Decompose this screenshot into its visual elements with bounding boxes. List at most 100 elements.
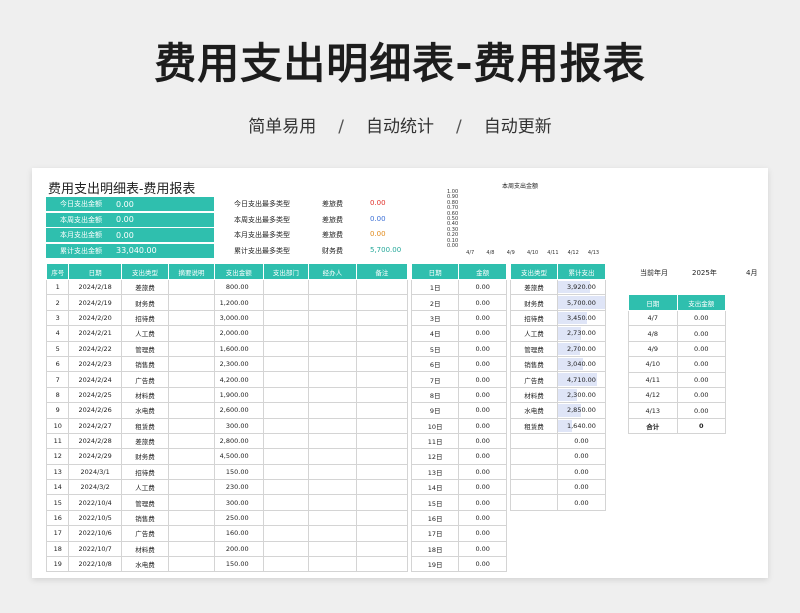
table-row[interactable]: 材料费 2,300.00 bbox=[510, 386, 607, 404]
day-cell: 8日 bbox=[410, 386, 460, 404]
table-row[interactable]: 10日 0.00 bbox=[410, 417, 507, 434]
table-row[interactable]: 0.00 bbox=[510, 448, 607, 465]
table-cell: 财务费 bbox=[120, 294, 170, 311]
table-row[interactable]: 15 2022/10/4 管理费 300.00 bbox=[45, 494, 409, 511]
table-row[interactable]: 8 2024/2/25 材料费 1,900.00 bbox=[45, 386, 409, 404]
table-row[interactable]: 2日 0.00 bbox=[410, 294, 507, 311]
daily-table: 日期 金额 1日 0.00 2日 0.00 3日 0.00 4日 0.00 5日 0.00 6日 0.00… bbox=[410, 263, 507, 573]
day-cell: 17日 bbox=[410, 525, 460, 542]
table-row[interactable]: 4/7 0.00 bbox=[628, 309, 726, 327]
feature-easy: 简单易用 bbox=[248, 117, 317, 137]
table-row[interactable]: 财务费 5,700.00 bbox=[510, 294, 607, 311]
table-row[interactable]: 12日 0.00 bbox=[410, 448, 507, 465]
table-row[interactable]: 3 2024/2/20 招待费 3,000.00 bbox=[45, 309, 409, 327]
empty-cell bbox=[308, 340, 357, 357]
table-row[interactable]: 4日 0.00 bbox=[410, 325, 507, 342]
table-row[interactable]: 0.00 bbox=[510, 432, 607, 450]
table-row[interactable]: 7日 0.00 bbox=[410, 371, 507, 388]
current-period-label: 当前年月 bbox=[640, 269, 668, 277]
table-row[interactable]: 18 2022/10/7 材料费 200.00 bbox=[45, 540, 409, 558]
table-row[interactable]: 11 2024/2/28 差旅费 2,800.00 bbox=[45, 432, 409, 450]
empty-cell bbox=[308, 371, 357, 388]
table-row[interactable]: 5日 0.00 bbox=[410, 340, 507, 357]
table-row[interactable]: 3日 0.00 bbox=[410, 309, 507, 327]
table-row[interactable]: 1日 0.00 bbox=[410, 278, 507, 296]
table-row[interactable]: 5 2024/2/22 管理费 1,600.00 bbox=[45, 340, 409, 357]
table-row[interactable]: 租赁费 1,640.00 bbox=[510, 417, 607, 434]
table-row[interactable]: 4/8 0.00 bbox=[628, 325, 726, 342]
table-row[interactable]: 19 2022/10/8 水电费 150.00 bbox=[45, 556, 409, 573]
day-cell: 4日 bbox=[410, 325, 460, 342]
table-row[interactable]: 0.00 bbox=[510, 479, 607, 496]
date-cell: 4/13 bbox=[628, 402, 678, 419]
table-cell: 18 bbox=[45, 540, 70, 558]
empty-cell bbox=[355, 402, 409, 419]
table-row[interactable]: 广告费 4,710.00 bbox=[510, 371, 607, 388]
amount-cell: 4,500.00 bbox=[213, 448, 264, 465]
table-row[interactable]: 6 2024/2/23 销售费 2,300.00 bbox=[45, 355, 409, 373]
table-cell: 9 bbox=[45, 402, 70, 419]
table-row[interactable]: 10 2024/2/27 租赁费 300.00 bbox=[45, 417, 409, 434]
empty-cell bbox=[308, 494, 357, 511]
table-row[interactable]: 0.00 bbox=[510, 463, 607, 481]
table-cell: 招待费 bbox=[120, 309, 170, 327]
category-cell bbox=[510, 494, 558, 511]
empty-cell bbox=[355, 309, 409, 327]
table-row[interactable]: 招待费 3,450.00 bbox=[510, 309, 607, 327]
category-cell: 差旅费 bbox=[510, 278, 558, 296]
table-row[interactable]: 16日 0.00 bbox=[410, 509, 507, 527]
table-cell: 广告费 bbox=[120, 371, 170, 388]
table-cell: 2022/10/6 bbox=[68, 525, 122, 542]
table-row[interactable]: 4/11 0.00 bbox=[628, 371, 726, 388]
empty-cell bbox=[308, 386, 357, 404]
table-cell: 差旅费 bbox=[120, 278, 170, 296]
table-row[interactable]: 8日 0.00 bbox=[410, 386, 507, 404]
table-row[interactable]: 14日 0.00 bbox=[410, 479, 507, 496]
table-cell: 差旅费 bbox=[120, 432, 170, 450]
empty-cell bbox=[355, 479, 409, 496]
amount-text: 0.00 bbox=[574, 498, 589, 507]
amount-cell: 300.00 bbox=[213, 417, 264, 434]
table-row[interactable]: 4/12 0.00 bbox=[628, 386, 726, 404]
date-cell: 4/9 bbox=[628, 340, 678, 358]
table-row[interactable]: 4 2024/2/21 人工费 2,000.00 bbox=[45, 325, 409, 342]
table-row[interactable]: 11日 0.00 bbox=[410, 432, 507, 450]
category-cell: 材料费 bbox=[510, 386, 558, 404]
table-row[interactable]: 7 2024/2/24 广告费 4,200.00 bbox=[45, 371, 409, 388]
x-tick-label: 4/13 bbox=[587, 250, 600, 256]
table-row[interactable]: 14 2024/3/2 人工费 230.00 bbox=[45, 479, 409, 496]
table-row[interactable]: 12 2024/2/29 财务费 4,500.00 bbox=[45, 448, 409, 465]
table-row[interactable]: 6日 0.00 bbox=[410, 355, 507, 373]
table-row[interactable]: 13 2024/3/1 招待费 150.00 bbox=[45, 463, 409, 481]
table-row[interactable]: 9 2024/2/26 水电费 2,600.00 bbox=[45, 402, 409, 419]
empty-cell bbox=[168, 479, 215, 496]
table-row[interactable]: 13日 0.00 bbox=[410, 463, 507, 481]
table-row[interactable]: 水电费 2,850.00 bbox=[510, 402, 607, 419]
table-row[interactable]: 17 2022/10/6 广告费 160.00 bbox=[45, 525, 409, 542]
table-row[interactable]: 19日 0.00 bbox=[410, 556, 507, 573]
empty-cell bbox=[355, 386, 409, 404]
amount-text: 3,920.00 bbox=[566, 283, 596, 292]
empty-cell bbox=[262, 479, 310, 496]
table-row[interactable]: 0.00 bbox=[510, 494, 607, 511]
amount-cell: 3,450.00 bbox=[556, 309, 607, 327]
table-row[interactable]: 1 2024/2/18 差旅费 800.00 bbox=[45, 278, 409, 296]
empty-cell bbox=[168, 340, 215, 357]
table-row[interactable]: 17日 0.00 bbox=[410, 525, 507, 542]
table-row[interactable]: 18日 0.00 bbox=[410, 540, 507, 558]
table-row[interactable]: 9日 0.00 bbox=[410, 402, 507, 419]
table-row[interactable]: 2 2024/2/19 财务费 1,200.00 bbox=[45, 294, 409, 311]
table-row[interactable]: 4/10 0.00 bbox=[628, 356, 726, 373]
detail-table: 序号 日期 支出类型 摘要说明 支出金额 支出部门 经办人 备注 1 2024/2/18 差旅费 80… bbox=[45, 263, 409, 573]
table-row[interactable]: 差旅费 3,920.00 bbox=[510, 278, 607, 296]
day-cell: 10日 bbox=[410, 417, 460, 434]
table-row[interactable]: 16 2022/10/5 销售费 250.00 bbox=[45, 509, 409, 527]
table-row[interactable]: 人工费 2,730.00 bbox=[510, 325, 607, 342]
table-row[interactable]: 销售费 3,040.00 bbox=[510, 355, 607, 373]
table-row[interactable]: 管理费 2,700.00 bbox=[510, 340, 607, 357]
amount-cell: 0.00 bbox=[556, 432, 607, 450]
table-row[interactable]: 15日 0.00 bbox=[410, 494, 507, 511]
table-row[interactable]: 4/9 0.00 bbox=[628, 340, 726, 358]
table-row[interactable]: 4/13 0.00 bbox=[628, 402, 726, 419]
empty-cell bbox=[168, 417, 215, 434]
